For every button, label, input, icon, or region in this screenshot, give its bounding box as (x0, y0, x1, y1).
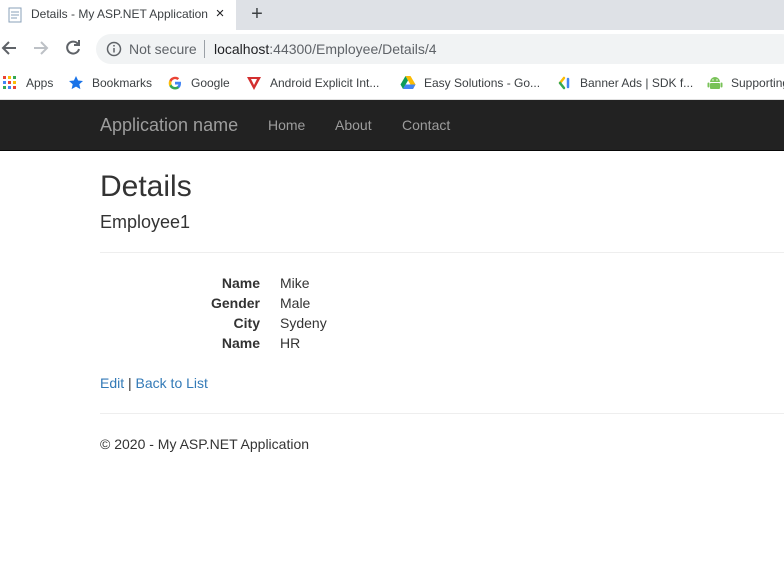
field-value-name: Mike (280, 275, 310, 291)
tab-strip: Details - My ASP.NET Application × + (0, 0, 784, 30)
google-icon (168, 76, 181, 90)
page-title: Details (100, 170, 192, 203)
edit-link[interactable]: Edit (100, 375, 124, 391)
field-value-gender: Male (280, 295, 311, 311)
bookmark-label: Bookmarks (92, 76, 153, 90)
star-icon (69, 76, 83, 90)
bookmark-supporting[interactable]: Supporting (707, 74, 784, 92)
link-separator: | (128, 375, 132, 391)
url-text[interactable]: localhost:44300/Employee/Details/4 (214, 41, 437, 57)
google-drive-icon (400, 76, 416, 89)
field-label-name: Name (221, 275, 260, 291)
bookmark-label: Apps (26, 76, 54, 90)
info-icon[interactable] (106, 41, 122, 57)
field-value-department: HR (280, 335, 301, 351)
bookmark-android-intent[interactable]: Android Explicit Int... (246, 74, 379, 92)
bookmark-google[interactable]: Google (167, 74, 230, 92)
reload-icon[interactable] (63, 38, 83, 58)
field-label-city: City (233, 315, 260, 331)
apps-grid-icon (3, 76, 16, 89)
back-to-list-link[interactable]: Back to List (136, 375, 208, 391)
nav-link-contact[interactable]: Contact (402, 117, 450, 133)
page-subtitle: Employee1 (100, 212, 191, 232)
bookmark-label: Easy Solutions - Go... (424, 76, 541, 90)
tab-title: Details - My ASP.NET Application (31, 7, 208, 21)
ads-icon (558, 76, 570, 90)
android-intent-icon (247, 77, 261, 90)
close-tab-icon[interactable]: × (212, 6, 228, 22)
bookmark-banner-ads[interactable]: Banner Ads | SDK f... (556, 74, 693, 92)
footer-text: © 2020 - My ASP.NET Application (100, 436, 310, 452)
bookmark-label: Google (191, 76, 230, 90)
address-separator (204, 40, 205, 58)
nav-link-about[interactable]: About (335, 117, 372, 133)
address-bar[interactable] (96, 34, 784, 64)
bookmark-easy-solutions[interactable]: Easy Solutions - Go... (400, 74, 540, 92)
field-value-city: Sydeny (280, 315, 327, 331)
bookmark-label: Banner Ads | SDK f... (580, 76, 694, 90)
action-links: Edit | Back to List (100, 375, 208, 391)
bookmark-label: Supporting (731, 76, 784, 90)
divider (100, 252, 784, 253)
back-arrow-icon[interactable] (0, 38, 20, 58)
bookmarks-bar: Apps Bookmarks Google Android Explicit I… (0, 66, 784, 100)
field-label-gender: Gender (210, 295, 260, 311)
footer-divider (100, 413, 784, 414)
bookmark-bookmarks[interactable]: Bookmarks (68, 74, 152, 92)
url-path: :44300/Employee/Details/4 (269, 41, 437, 57)
navbar-brand[interactable]: Application name (100, 115, 238, 136)
browser-tab[interactable]: Details - My ASP.NET Application × (0, 0, 236, 30)
not-secure-label[interactable]: Not secure (129, 41, 197, 57)
field-label-department: Name (221, 335, 260, 351)
android-icon (707, 77, 723, 89)
forward-arrow-icon[interactable] (31, 38, 51, 58)
bookmark-label: Android Explicit Int... (270, 76, 380, 90)
nav-link-home[interactable]: Home (268, 117, 305, 133)
url-host: localhost (214, 41, 270, 57)
document-icon (8, 7, 22, 23)
new-tab-button[interactable]: + (247, 4, 267, 24)
bookmark-apps[interactable]: Apps (2, 74, 53, 92)
